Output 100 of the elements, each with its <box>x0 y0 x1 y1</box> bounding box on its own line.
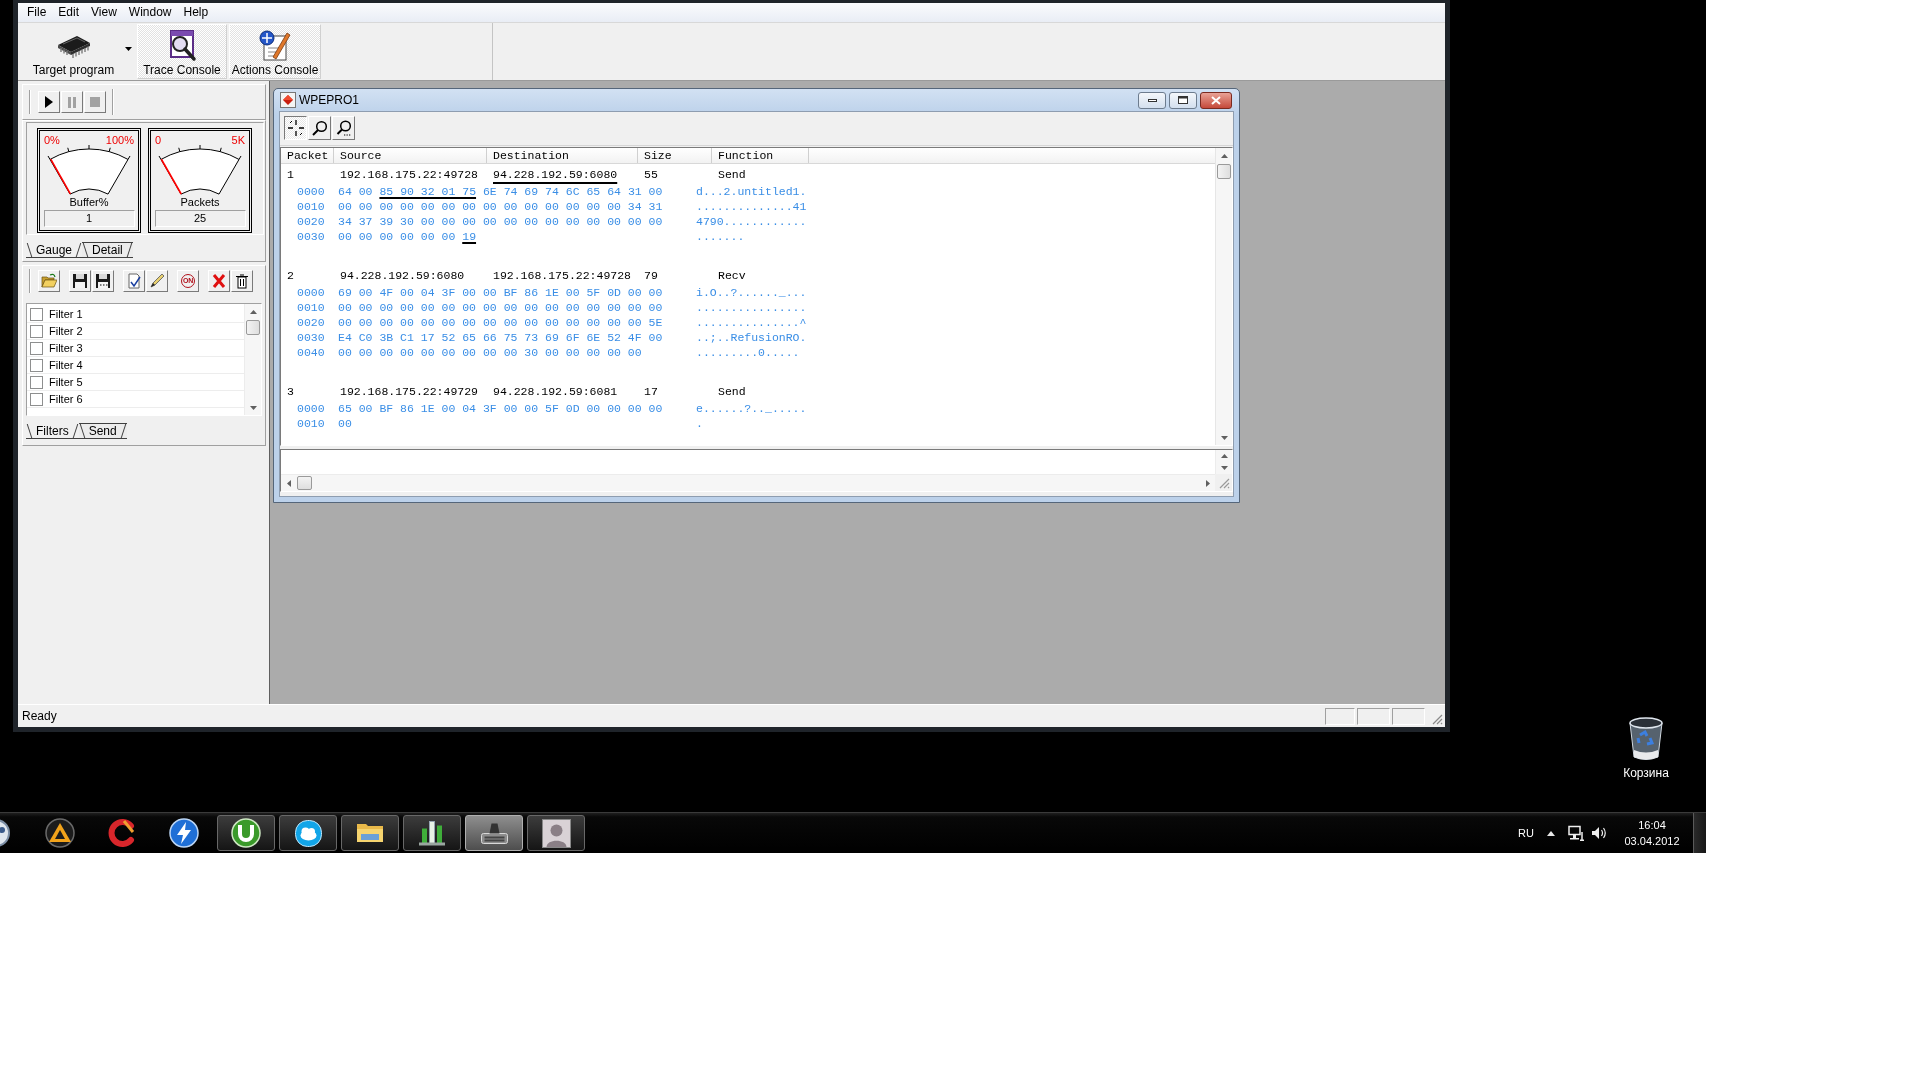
checkbox[interactable] <box>30 375 43 389</box>
checkbox[interactable] <box>30 392 43 406</box>
taskbar-button[interactable] <box>279 815 337 851</box>
hex-bytes: 34 37 39 30 00 00 00 00 00 00 00 00 00 00 00 00 <box>338 214 664 229</box>
tab[interactable]: Detail <box>82 242 133 258</box>
arc-icon[interactable] <box>108 818 136 848</box>
menu-item[interactable]: Window <box>122 4 178 21</box>
save-button[interactable] <box>69 270 91 292</box>
show-desktop-button[interactable] <box>1693 813 1706 853</box>
taskbar-button[interactable] <box>217 815 275 851</box>
ascii-text: ...............^ <box>696 315 807 330</box>
scrollbar[interactable] <box>281 474 1215 491</box>
column-header[interactable]: Destination <box>487 148 638 163</box>
taskbar-button[interactable] <box>341 815 399 851</box>
folder-icon <box>357 824 383 842</box>
scrollbar[interactable] <box>1215 148 1232 445</box>
scrollbar-thumb[interactable] <box>246 320 260 335</box>
tab[interactable]: Gauge <box>26 242 83 258</box>
language-indicator[interactable]: RU <box>1518 827 1534 839</box>
maximize-button[interactable] <box>1169 91 1197 109</box>
hex-offset: 0030 <box>297 330 326 345</box>
packet-number: 3 <box>286 384 294 400</box>
delete-button[interactable] <box>208 270 230 292</box>
desktop-icon-label[interactable]: Корзина <box>1623 766 1669 780</box>
cloud-icon <box>294 819 322 847</box>
ascii-text: . <box>696 416 703 431</box>
gauge-value: 25 <box>154 210 246 227</box>
trash-button[interactable] <box>231 270 253 292</box>
check-button[interactable] <box>123 270 145 292</box>
filter-label[interactable]: Filter 5 <box>49 375 83 389</box>
ascii-text: i.O..?......_... <box>696 285 807 300</box>
hex-bytes: 64 00 85 90 32 01 75 6E 74 69 74 6C 65 64 31 00 <box>338 184 664 199</box>
hex-offset: 0030 <box>297 229 326 244</box>
menu-item[interactable]: View <box>85 4 123 21</box>
caret-icon[interactable] <box>124 46 132 51</box>
ascii-text: 4790............ <box>696 214 807 229</box>
document-pen-icon <box>259 30 291 62</box>
diamond-icon[interactable] <box>280 92 296 108</box>
scrollbar-thumb[interactable] <box>297 476 312 490</box>
checkbox[interactable] <box>30 324 43 338</box>
minimize-button[interactable] <box>1138 91 1166 109</box>
close-button[interactable] <box>1200 91 1232 109</box>
tab[interactable]: Send <box>78 423 127 439</box>
floppy-icon <box>72 273 88 289</box>
filter-label[interactable]: Filter 2 <box>49 324 83 338</box>
arrow-right-icon[interactable] <box>1205 479 1210 487</box>
speaker-icon[interactable] <box>1591 825 1607 841</box>
hex-offset: 0010 <box>297 199 326 214</box>
toolbar-button[interactable]: Trace Console <box>137 24 227 79</box>
delete-icon <box>211 273 227 289</box>
arrow-left-icon[interactable] <box>286 479 291 487</box>
packet-size: 55 <box>643 167 658 183</box>
checkbox[interactable] <box>30 307 43 321</box>
toolbar-button[interactable]: Actions Console <box>229 24 321 79</box>
packet-function: Send <box>717 167 746 183</box>
scrollbar-thumb[interactable] <box>1217 164 1231 179</box>
taskbar-button[interactable] <box>403 815 461 851</box>
network-icon[interactable] <box>1568 825 1584 841</box>
play-button[interactable] <box>38 91 60 113</box>
scrollbar[interactable] <box>244 304 261 415</box>
arrow-up-icon[interactable] <box>1547 830 1555 836</box>
toolbar-button[interactable]: Target program <box>24 24 135 79</box>
arrow-down-icon[interactable] <box>249 405 257 410</box>
taskbar-button[interactable] <box>465 815 523 851</box>
app-icon[interactable] <box>0 817 10 849</box>
edit-button[interactable] <box>146 270 168 292</box>
column-header[interactable]: Packet <box>281 148 334 163</box>
resize-grip-icon[interactable] <box>1219 478 1230 489</box>
play-icon <box>45 96 53 108</box>
taskbar-button[interactable] <box>527 815 585 851</box>
clock-time[interactable]: 16:04 <box>1638 817 1666 833</box>
minimize-icon <box>1147 98 1157 102</box>
status-pane <box>1325 707 1355 725</box>
tab[interactable]: Filters <box>26 423 79 439</box>
scrollbar[interactable] <box>1215 450 1232 474</box>
arrow-down-icon[interactable] <box>1220 466 1228 470</box>
arrow-down-icon[interactable] <box>1220 435 1228 440</box>
checkbox[interactable] <box>30 358 43 372</box>
lightning-icon[interactable] <box>169 818 199 848</box>
source-address: 192.168.175.22:49729 <box>339 384 479 400</box>
packet-function: Send <box>717 384 746 400</box>
checkbox[interactable] <box>30 341 43 355</box>
menu-item[interactable]: Edit <box>52 4 86 21</box>
filter-label[interactable]: Filter 4 <box>49 358 83 372</box>
open-button[interactable] <box>38 270 60 292</box>
column-header[interactable]: Source <box>334 148 487 163</box>
resize-grip-icon[interactable] <box>1432 714 1443 725</box>
save-as-button[interactable] <box>92 270 114 292</box>
menu-item[interactable]: Help <box>177 4 215 21</box>
clock-date[interactable]: 03.04.2012 <box>1624 833 1680 849</box>
hex-bytes: 69 00 4F 00 04 3F 00 00 BF 86 1E 00 5F 0D 00 00 <box>338 285 664 300</box>
hex-bytes: E4 C0 3B C1 17 52 65 66 75 73 69 6F 6E 52 4F 00 <box>338 330 664 345</box>
hex-bytes: 00 00 00 00 00 00 19 <box>338 229 478 244</box>
menu-item[interactable]: File <box>21 4 53 21</box>
filter-label[interactable]: Filter 1 <box>49 307 83 321</box>
filter-label[interactable]: Filter 6 <box>49 392 83 406</box>
filter-label[interactable]: Filter 3 <box>49 341 83 355</box>
column-header[interactable]: Function <box>712 148 809 163</box>
column-header[interactable]: Size <box>638 148 712 163</box>
tool-button[interactable] <box>284 116 307 140</box>
